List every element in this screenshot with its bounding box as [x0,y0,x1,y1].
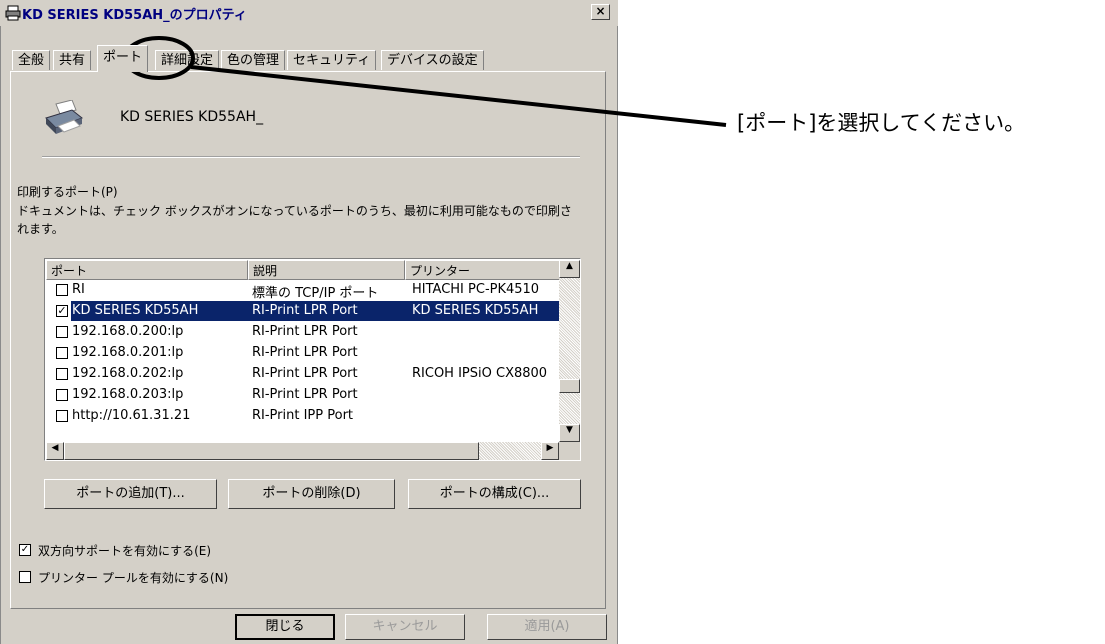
close-dialog-button[interactable]: 閉じる [235,614,335,640]
port-cell-printer: HITACHI PC-PK4510 [412,282,540,297]
ports-label: 印刷するポート(P) [17,185,118,199]
tab-color-management[interactable]: 色の管理 [221,50,286,70]
tab-security[interactable]: セキュリティ [287,50,377,70]
port-row[interactable]: http://10.61.31.21 RI-Print IPP Port [46,406,559,426]
vertical-scrollbar[interactable]: ▲ ▼ [559,260,580,442]
tab-ports[interactable]: ポート [97,45,149,72]
port-cell-desc: RI-Print LPR Port [252,303,358,318]
separator [42,156,580,158]
printer-name: KD SERIES KD55AH_ [120,109,264,125]
port-checkbox[interactable] [56,347,68,359]
port-cell-desc: 標準の TCP/IP ポート [252,286,379,301]
port-cell-desc: RI-Print LPR Port [252,345,358,360]
tab-device-settings[interactable]: デバイスの設定 [381,50,484,70]
port-checkbox[interactable] [56,410,68,422]
port-cell-printer: RICOH IPSiO CX8800 [412,366,548,381]
bidirectional-label: 双方向サポートを有効にする(E) [38,544,212,558]
column-header-printer[interactable]: プリンター [405,260,559,280]
tab-general[interactable]: 全般 [12,50,51,70]
scroll-down-button[interactable]: ▼ [559,424,580,442]
printer-icon [5,5,21,21]
port-cell-printer: KD SERIES KD55AH [412,303,539,318]
port-list[interactable]: ポート 説明 プリンター RI 標準の TCP/IP ポート HITACHI PC-… [44,258,581,461]
column-header-description[interactable]: 説明 [248,260,405,280]
scroll-up-button[interactable]: ▲ [559,260,580,278]
configure-port-button[interactable]: ポートの構成(C)... [408,479,581,509]
port-checkbox[interactable] [56,389,68,401]
port-cell-desc: RI-Print IPP Port [252,408,354,423]
horizontal-scrollbar[interactable]: ◀ ▶ [46,442,559,460]
port-checkbox[interactable] [56,284,68,296]
port-row[interactable]: 192.168.0.201:lp RI-Print LPR Port [46,343,559,363]
port-checkbox[interactable]: ✓ [56,305,68,317]
port-checkbox[interactable] [56,326,68,338]
port-row[interactable]: 192.168.0.202:lp RI-Print LPR Port RICOH I… [46,364,559,384]
port-cell-port: 192.168.0.202:lp [72,366,184,381]
pooling-label: プリンター プールを有効にする(N) [38,571,229,585]
port-checkbox[interactable] [56,368,68,380]
window-title: KD SERIES KD55AH_のプロパティ [22,8,247,23]
apply-button: 適用(A) [487,614,607,640]
port-cell-port: RI [72,282,85,297]
port-cell-port: 192.168.0.200:lp [72,324,184,339]
annotation-text: [ポート]を選択してください。 [737,111,1026,135]
scrollbar-corner [559,442,580,460]
scroll-left-button[interactable]: ◀ [46,442,64,460]
scroll-right-button[interactable]: ▶ [541,442,559,460]
port-cell-port: http://10.61.31.21 [72,408,191,423]
bidirectional-checkbox[interactable]: ✓ [19,544,31,556]
port-row[interactable]: 192.168.0.203:lp RI-Print LPR Port [46,385,559,405]
pooling-checkbox[interactable] [19,571,31,583]
port-cell-port: 192.168.0.201:lp [72,345,184,360]
ports-description: ドキュメントは、チェック ボックスがオンになっているポートのうち、最初に利用可能… [17,204,572,236]
printer-icon-large [45,100,83,134]
close-button[interactable]: × [591,4,610,20]
port-cell-desc: RI-Print LPR Port [252,366,358,381]
scroll-thumb[interactable] [559,379,580,393]
port-row[interactable]: 192.168.0.200:lp RI-Print LPR Port [46,322,559,342]
title-bar[interactable]: KD SERIES KD55AH_のプロパティ × [0,0,618,26]
tab-sharing[interactable]: 共有 [53,50,92,70]
port-cell-desc: RI-Print LPR Port [252,387,358,402]
port-cell-port: 192.168.0.203:lp [72,387,184,402]
delete-port-button[interactable]: ポートの削除(D) [228,479,395,509]
port-list-content: ポート 説明 プリンター RI 標準の TCP/IP ポート HITACHI PC-… [46,260,559,442]
scroll-thumb-horizontal[interactable] [64,442,479,460]
tab-advanced[interactable]: 詳細設定 [155,50,220,70]
port-row[interactable]: ✓ KD SERIES KD55AH RI-Print LPR Port KD SER… [46,301,559,321]
port-cell-port: KD SERIES KD55AH [72,303,199,318]
port-cell-desc: RI-Print LPR Port [252,324,358,339]
cancel-button: キャンセル [345,614,465,640]
add-port-button[interactable]: ポートの追加(T)... [44,479,217,509]
port-row[interactable]: RI 標準の TCP/IP ポート HITACHI PC-PK4510 [46,280,559,301]
column-header-port[interactable]: ポート [46,260,248,280]
